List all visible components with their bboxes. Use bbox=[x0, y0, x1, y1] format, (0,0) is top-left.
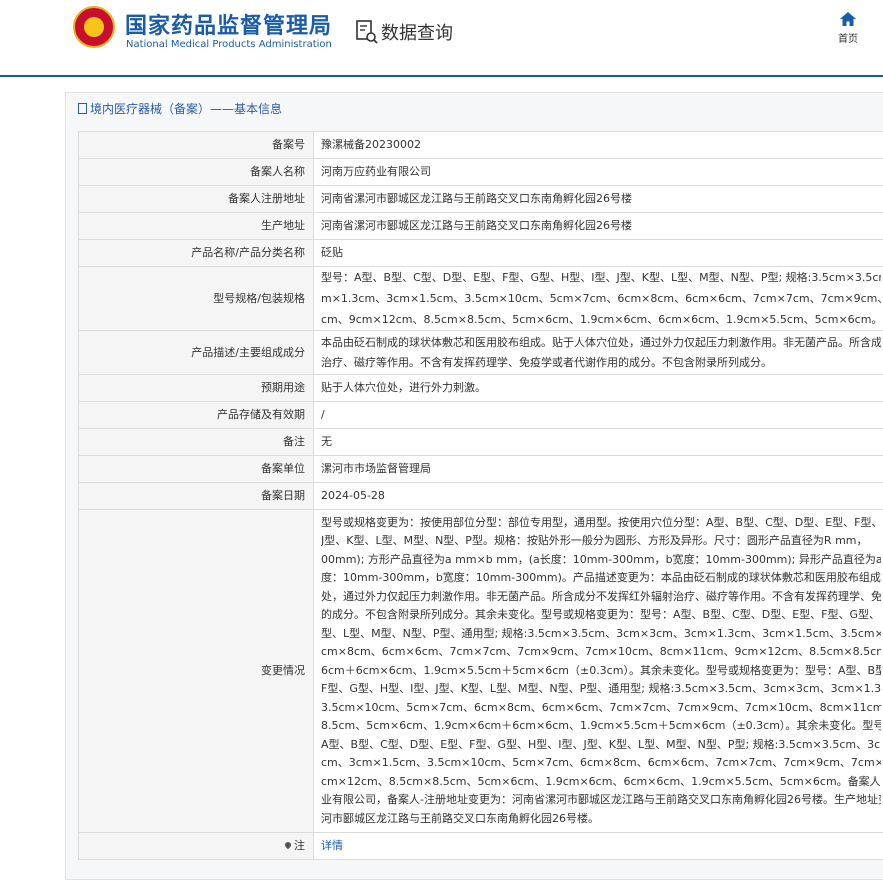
field-label: 产品存储及有效期 bbox=[78, 401, 314, 429]
field-label: 预期用途 bbox=[78, 374, 314, 402]
text-line: cm×12cm、8.5cm×8.5cm、5cm×6cm、1.9cm×6cm、6c… bbox=[321, 774, 881, 788]
note-label-text: 注 bbox=[294, 839, 305, 852]
table-row: 备案号 豫漯械备20230002 bbox=[78, 131, 883, 159]
brand-title[interactable]: 国家药品监督管理局 bbox=[125, 8, 332, 40]
field-value: / bbox=[313, 401, 883, 429]
home-icon bbox=[840, 12, 856, 26]
table-row: 备案单位 漯河市市场监督管理局 bbox=[78, 455, 883, 483]
table-row: 注 详情 bbox=[78, 832, 883, 860]
brand-subtitle: National Medical Products Administration bbox=[126, 39, 332, 50]
table-row: 备案日期 2024-05-28 bbox=[78, 482, 883, 510]
text-line: 本品由砭石制成的球状体敷芯和医用胶布组成。贴于人体穴位处，通过外力仅起压力刺激作… bbox=[321, 335, 881, 349]
field-label: 生产地址 bbox=[78, 212, 314, 240]
change-history-value: 型号或规格变更为：按使用部位分型：部位专用型，通用型。按使用穴位分型：A型、B型… bbox=[313, 509, 883, 833]
text-line: A型、B型、C型、D型、E型、F型、G型、H型、I型、J型、K型、L型、M型、N… bbox=[321, 737, 881, 751]
site-header: 国家药品监督管理局 National Medical Products Admi… bbox=[0, 0, 883, 77]
home-link[interactable]: 首页 bbox=[832, 12, 864, 45]
table-row: 变更情况 型号或规格变更为：按使用部位分型：部位专用型，通用型。按使用穴位分型：… bbox=[78, 509, 883, 833]
text-line: 6cm＋6cm×6cm、1.9cm×5.5cm＋5cm×6cm（±0.3cm）。… bbox=[321, 663, 881, 677]
field-label: 产品描述/主要组成成分 bbox=[78, 330, 314, 375]
field-label: 备案人注册地址 bbox=[78, 185, 314, 213]
field-label: 产品名称/产品分类名称 bbox=[78, 239, 314, 267]
field-label: 备案日期 bbox=[78, 482, 314, 510]
section-title-text: 境内医疗器械（备案）——基本信息 bbox=[90, 102, 283, 116]
text-line: cm、9cm×12cm、8.5cm×8.5cm、5cm×6cm、1.9cm×6c… bbox=[321, 313, 881, 326]
section-title: 境内医疗器械（备案）——基本信息 bbox=[78, 100, 282, 117]
text-line: J型、K型、L型、M型、N型、P型。规格：按贴外形一般分为圆形、方形及异形。尺寸… bbox=[321, 534, 868, 548]
field-value: 豫漯械备20230002 bbox=[313, 131, 883, 159]
text-line: 度：10mm-300mm，b宽度：10mm-300mm)。产品描述变更为：本品由… bbox=[321, 571, 881, 585]
text-line: 00mm); 方形产品直径为a mm×b mm，(a长度：10mm-300mm，… bbox=[321, 552, 881, 566]
field-value: 型号：A型、B型、C型、D型、E型、F型、G型、H型、I型、J型、K型、L型、M… bbox=[313, 266, 883, 331]
text-line: 处，通过外力仅起压力刺激作用。非无菌产品。所含成分不发挥红外辐射治疗、磁疗等作用… bbox=[321, 589, 881, 603]
home-label: 首页 bbox=[838, 34, 858, 45]
note-value: 详情 bbox=[313, 832, 883, 860]
table-row: 预期用途 贴于人体穴位处，进行外力刺激。 bbox=[78, 374, 883, 402]
text-line: 型、L型、M型、N型、P型、通用型; 规格:3.5cm×3.5cm、3cm×3c… bbox=[321, 626, 881, 640]
field-label: 备案人名称 bbox=[78, 158, 314, 186]
document-icon bbox=[78, 103, 87, 114]
field-value: 漯河市市场监督管理局 bbox=[313, 455, 883, 483]
data-query-icon bbox=[356, 20, 378, 44]
field-label: 备注 bbox=[78, 428, 314, 456]
field-value: 本品由砭石制成的球状体敷芯和医用胶布组成。贴于人体穴位处，通过外力仅起压力刺激作… bbox=[313, 330, 883, 375]
text-line: cm×8cm、6cm×6cm、7cm×7cm、7cm×9cm、7cm×10cm、… bbox=[321, 645, 881, 659]
field-value: 贴于人体穴位处，进行外力刺激。 bbox=[313, 374, 883, 402]
table-row: 产品描述/主要组成成分 本品由砭石制成的球状体敷芯和医用胶布组成。贴于人体穴位处… bbox=[78, 330, 883, 375]
field-value: 河南省漯河市郾城区龙江路与王前路交叉口东南角孵化园26号楼 bbox=[313, 185, 883, 213]
note-label: 注 bbox=[78, 832, 314, 860]
text-line: 型号：A型、B型、C型、D型、E型、F型、G型、H型、I型、J型、K型、L型、M… bbox=[321, 271, 881, 284]
text-line: 治疗、磁疗等作用。不含有发挥药理学、免疫学或者代谢作用的成分。不包含附录所列成分… bbox=[321, 355, 772, 369]
text-line: 业有限公司，备案人-注册地址变更为：河南省漯河市郾城区龙江路与王前路交叉口东南角… bbox=[321, 793, 881, 807]
table-row: 生产地址 河南省漯河市郾城区龙江路与王前路交叉口东南角孵化园26号楼 bbox=[78, 212, 883, 240]
field-value: 无 bbox=[313, 428, 883, 456]
field-label: 型号规格/包装规格 bbox=[78, 266, 314, 331]
text-line: 型号或规格变更为：按使用部位分型：部位专用型，通用型。按使用穴位分型：A型、B型… bbox=[321, 515, 881, 529]
details-link[interactable]: 详情 bbox=[321, 839, 343, 852]
table-row: 产品存储及有效期 / bbox=[78, 401, 883, 429]
table-row: 备注 无 bbox=[78, 428, 883, 456]
field-value: 砭贴 bbox=[313, 239, 883, 267]
data-query-title: 数据查询 bbox=[381, 23, 453, 44]
text-line: cm、3cm×1.5cm、3.5cm×10cm、5cm×7cm、6cm×8cm、… bbox=[321, 756, 881, 770]
field-label: 备案单位 bbox=[78, 455, 314, 483]
nmpa-emblem-icon[interactable] bbox=[73, 6, 115, 48]
field-label: 变更情况 bbox=[78, 509, 314, 833]
text-line: 8.5cm、5cm×6cm、1.9cm×6cm＋6cm×6cm、1.9cm×5.… bbox=[321, 719, 881, 733]
table-row: 备案人注册地址 河南省漯河市郾城区龙江路与王前路交叉口东南角孵化园26号楼 bbox=[78, 185, 883, 213]
detail-table: 备案号 豫漯械备20230002 备案人名称 河南万应药业有限公司 备案人注册地… bbox=[78, 131, 883, 860]
table-row: 备案人名称 河南万应药业有限公司 bbox=[78, 158, 883, 186]
pin-icon bbox=[283, 840, 293, 850]
text-line: 3.5cm×10cm、5cm×7cm、6cm×8cm、6cm×6cm、7cm×7… bbox=[321, 700, 881, 714]
text-line: F型、G型、H型、I型、J型、K型、L型、M型、N型、P型、通用型; 规格:3.… bbox=[321, 682, 881, 696]
table-row: 产品名称/产品分类名称 砭贴 bbox=[78, 239, 883, 267]
text-line: 的成分。不包含附录所列成分。其余未变化。型号或规格变更为：型号：A型、B型、C型… bbox=[321, 608, 881, 622]
field-value: 河南万应药业有限公司 bbox=[313, 158, 883, 186]
field-label: 备案号 bbox=[78, 131, 314, 159]
detail-panel: 境内医疗器械（备案）——基本信息 备案号 豫漯械备20230002 备案人名称 … bbox=[65, 92, 883, 880]
text-line: m×1.3cm、3cm×1.5cm、3.5cm×10cm、5cm×7cm、6cm… bbox=[321, 292, 881, 305]
field-value: 2024-05-28 bbox=[313, 482, 883, 510]
table-row: 型号规格/包装规格 型号：A型、B型、C型、D型、E型、F型、G型、H型、I型、… bbox=[78, 266, 883, 331]
text-line: 河市郾城区龙江路与王前路交叉口东南角孵化园26号楼。 bbox=[321, 811, 599, 825]
field-value: 河南省漯河市郾城区龙江路与王前路交叉口东南角孵化园26号楼 bbox=[313, 212, 883, 240]
